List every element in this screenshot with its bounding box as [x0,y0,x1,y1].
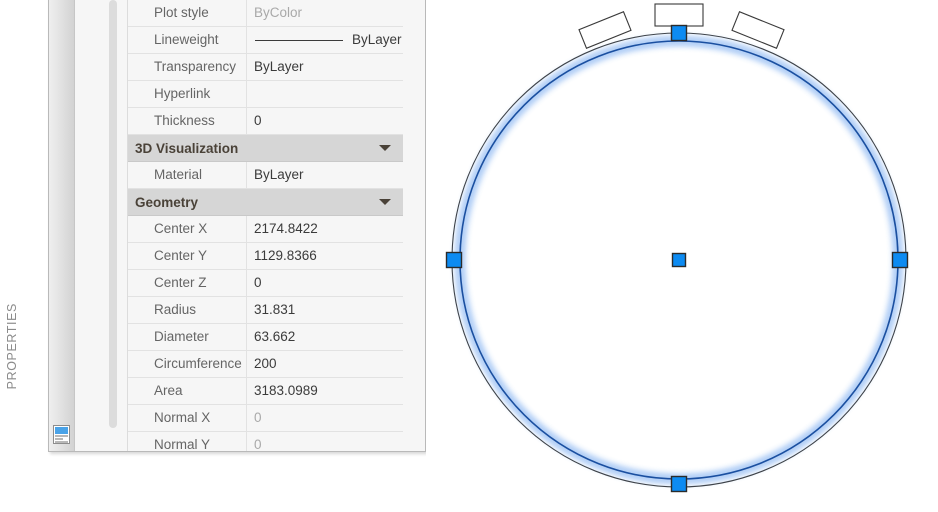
annotation-box-right[interactable] [731,11,785,49]
property-row[interactable]: Area 3183.0989 [128,378,403,405]
property-row[interactable]: Radius 31.831 [128,297,403,324]
property-value-material[interactable]: ByLayer [247,162,403,188]
section-header-label: Geometry [135,194,199,210]
property-row[interactable]: Normal X0 [128,405,403,432]
property-label-center-x: Center X [128,216,247,242]
lineweight-preview-line [255,39,343,41]
property-row[interactable]: Center Z0 [128,270,403,297]
palette-title-tabstrip[interactable]: PROPERTIES [5,0,75,451]
property-label-center-z: Center Z [128,270,247,296]
property-row[interactable]: Hyperlink [128,81,403,108]
property-grid[interactable]: Plot style ByColor Lineweight ByLayer Transp… [127,0,403,451]
property-value-center-x[interactable]: 2174.8422 [247,216,403,242]
icon-line-2 [55,438,64,440]
property-value-normal-x[interactable]: 0 [247,405,403,431]
chevron-down-icon[interactable] [379,199,391,205]
property-value-center-z[interactable]: 0 [247,270,403,296]
property-label-area: Area [128,378,247,404]
properties-scrollbar-thumb[interactable] [109,0,117,428]
property-value-center-y[interactable]: 1129.8366 [247,243,403,269]
properties-palette[interactable]: PROPERTIES Plot style ByColor Lineweight By… [5,0,426,452]
property-label-thickness: Thickness [128,108,247,134]
property-value-text: ByLayer [352,32,402,47]
property-row[interactable]: Plot style ByColor [128,0,403,27]
property-value-lineweight[interactable]: ByLayer [247,27,403,53]
annotation-box-left[interactable] [578,11,632,49]
property-label-radius: Radius [128,297,247,323]
annotation-box-center[interactable] [654,3,704,27]
grip-bottom[interactable] [670,475,688,493]
property-row[interactable]: Center Y 1129.8366 [128,243,403,270]
property-value-plot-style[interactable]: ByColor [247,0,403,26]
section-header-label: 3D Visualization [135,140,239,156]
property-row[interactable]: Diameter 63.662 [128,324,403,351]
property-label-normal-y: Normal Y [128,432,247,451]
icon-line-3 [55,441,68,443]
property-label-center-y: Center Y [128,243,247,269]
property-value-circumference[interactable]: 200 [247,351,403,377]
property-label-material: Material [128,162,247,188]
icon-line-1 [55,435,68,437]
section-header-geometry[interactable]: Geometry [128,189,403,216]
section-header-3d-visualization[interactable]: 3D Visualization [128,135,403,162]
property-label-circumference: Circumference [128,351,247,377]
property-value-transparency[interactable]: ByLayer [247,54,403,80]
property-label-normal-x: Normal X [128,405,247,431]
property-value-thickness[interactable]: 0 [247,108,403,134]
property-row[interactable]: Transparency ByLayer [128,54,403,81]
grip-center[interactable] [671,252,687,268]
cad-drawing-area[interactable] [426,0,938,512]
chevron-down-icon[interactable] [379,145,391,151]
property-value-area[interactable]: 3183.0989 [247,378,403,404]
property-value-hyperlink[interactable] [247,81,403,107]
grip-right[interactable] [891,251,909,269]
property-value-diameter[interactable]: 63.662 [247,324,403,350]
property-row[interactable]: Normal Y0 [128,432,403,451]
annotation-box-center-group [654,3,704,27]
property-row[interactable]: Lineweight ByLayer [128,27,403,54]
palette-body: Plot style ByColor Lineweight ByLayer Transp… [75,0,425,451]
properties-panel-icon[interactable] [53,425,70,444]
property-label-transparency: Transparency [128,54,247,80]
annotation-box-right-group [731,11,785,49]
property-row[interactable]: Material ByLayer [128,162,403,189]
property-label-hyperlink: Hyperlink [128,81,247,107]
annotation-box-left-group [578,11,632,49]
property-label-lineweight: Lineweight [128,27,247,53]
property-label-diameter: Diameter [128,324,247,350]
grip-left[interactable] [445,251,463,269]
property-row[interactable]: Circumference 200 [128,351,403,378]
cad-canvas-svg [445,3,909,493]
icon-header-bar [55,427,68,434]
property-value-radius[interactable]: 31.831 [247,297,403,323]
property-row[interactable]: Thickness 0 [128,108,403,135]
property-value-normal-y[interactable]: 0 [247,432,403,451]
grip-top[interactable] [670,24,688,42]
property-label-plot-style: Plot style [128,0,247,26]
property-row[interactable]: Center X 2174.8422 [128,216,403,243]
